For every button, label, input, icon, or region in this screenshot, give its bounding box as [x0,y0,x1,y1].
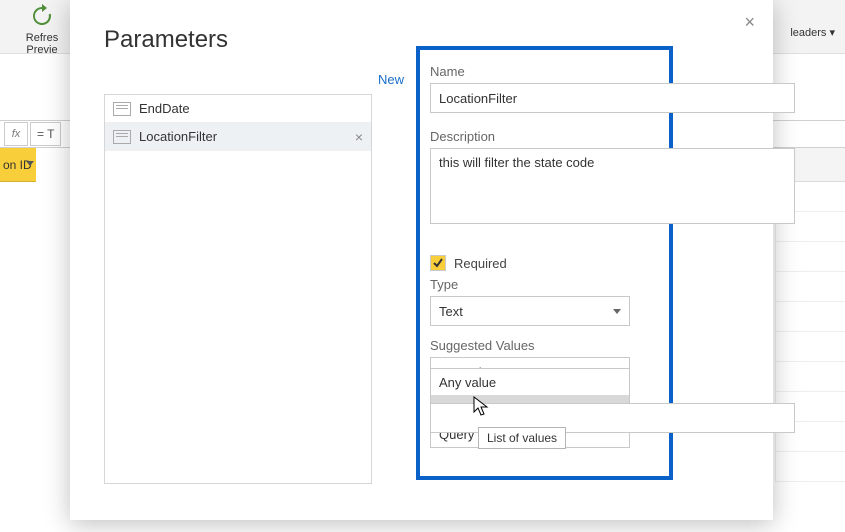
description-label: Description [430,129,810,144]
column-header[interactable]: on ID [0,148,36,182]
type-select[interactable]: Text [430,296,630,326]
parameters-dialog: × Parameters New EndDate LocationFilter … [70,0,773,520]
fx-indicator: fx [4,122,28,146]
parameter-item-locationfilter[interactable]: LocationFilter × [105,123,371,151]
close-icon[interactable]: × [744,12,755,33]
refresh-label-1: Refres [14,32,70,44]
refresh-preview-button[interactable]: Refres Previe [14,2,70,56]
required-label: Required [454,256,507,271]
refresh-label-2: Previe [14,44,70,56]
suggested-values-label: Suggested Values [430,338,810,353]
type-value: Text [439,304,463,319]
type-label: Type [430,277,810,292]
parameter-icon [113,130,131,144]
parameter-list: EndDate LocationFilter × [104,94,372,484]
option-any-value[interactable]: Any value [431,369,629,395]
parameter-item-label: LocationFilter [139,129,217,144]
headers-dropdown[interactable]: leaders ▾ [790,26,835,39]
table-cell [775,452,845,482]
name-label: Name [430,64,810,79]
formula-bar[interactable]: = T [30,122,61,146]
chevron-down-icon [613,309,621,314]
description-input[interactable] [430,148,795,224]
remove-parameter-icon[interactable]: × [355,129,363,145]
name-input[interactable] [430,83,795,113]
parameter-icon [113,102,131,116]
parameter-item-enddate[interactable]: EndDate [105,95,371,123]
new-parameter-link[interactable]: New [378,72,404,87]
tooltip: List of values [478,427,566,449]
required-checkbox[interactable] [430,255,446,271]
parameter-item-label: EndDate [139,101,190,116]
